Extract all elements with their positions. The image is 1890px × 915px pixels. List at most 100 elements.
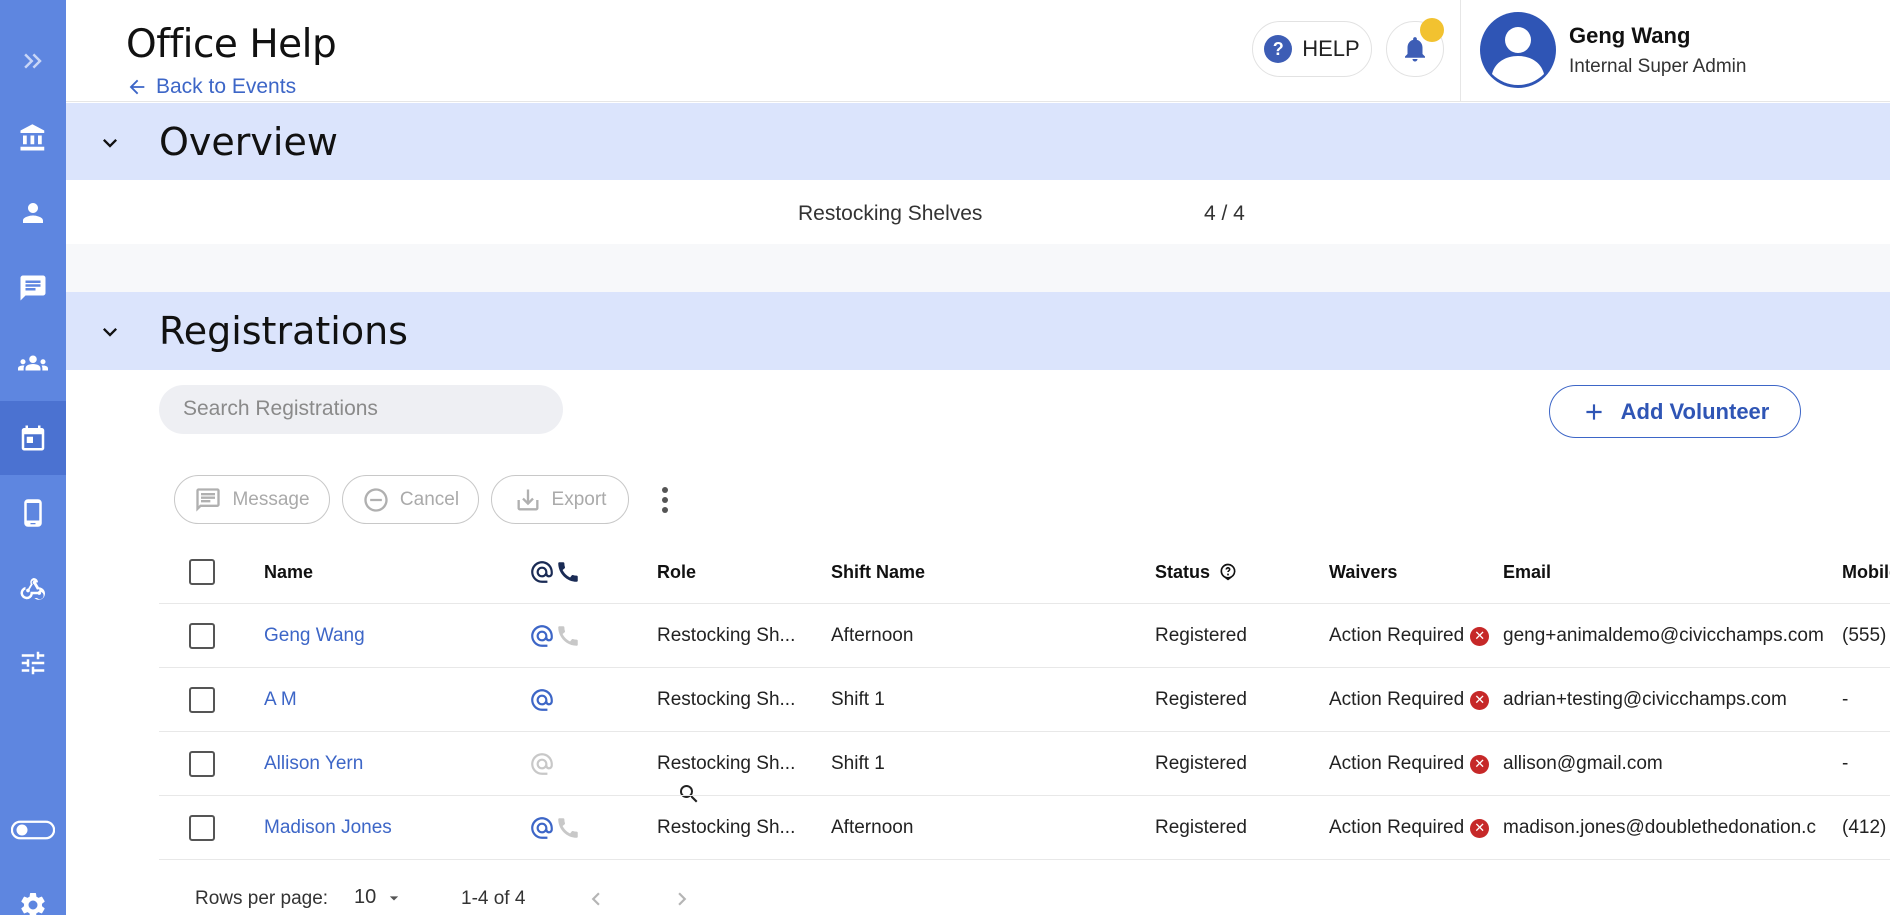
chevron-right-icon[interactable]	[669, 886, 695, 912]
row-checkbox[interactable]	[189, 623, 215, 649]
row-checkbox[interactable]	[189, 815, 215, 841]
sidebar-item-integrations[interactable]	[0, 551, 66, 625]
row-checkbox[interactable]	[189, 751, 215, 777]
sidebar-item-events[interactable]	[0, 401, 66, 475]
overview-role-count: 4 / 4	[1204, 202, 1245, 225]
column-header-mobile[interactable]: Mobile	[1842, 540, 1890, 604]
table-row[interactable]: A M Restocking Sh... Shift 1 Registered Acti…	[159, 668, 1890, 732]
column-header-name[interactable]: Name	[264, 540, 313, 604]
mobile-cell: (412)	[1842, 817, 1887, 838]
contact-icons	[529, 668, 555, 732]
user-role: Internal Super Admin	[1569, 56, 1747, 77]
column-header-email[interactable]: Email	[1503, 540, 1551, 604]
phone-icon	[558, 818, 578, 838]
sidebar-item-settings[interactable]	[0, 868, 66, 915]
table-row[interactable]: Allison Yern Restocking Sh... Shift 1 Regis…	[159, 732, 1890, 796]
top-header: Office Help Back to Events ? HELP Geng W…	[66, 0, 1890, 102]
contact-icons	[529, 604, 581, 668]
contact-icons	[529, 732, 555, 796]
error-x-icon: ✕	[1470, 626, 1490, 646]
rows-per-page-select[interactable]: 10	[354, 886, 404, 909]
error-x-icon: ✕	[1470, 818, 1490, 838]
select-all-cell	[189, 540, 215, 604]
sidebar-item-organization[interactable]	[0, 101, 66, 175]
row-select-cell	[189, 604, 215, 668]
add-volunteer-button[interactable]: Add Volunteer	[1549, 385, 1801, 438]
status-header-label: Status	[1155, 561, 1211, 582]
sidebar-item-tune[interactable]	[0, 626, 66, 700]
avatar[interactable]	[1480, 12, 1556, 88]
phone-icon	[558, 626, 578, 646]
email-icon	[531, 753, 553, 775]
overview-title: Overview	[159, 120, 338, 164]
help-button[interactable]: ? HELP	[1252, 21, 1372, 77]
waivers-cell[interactable]: Action Required ✕	[1329, 796, 1490, 860]
notification-badge	[1420, 18, 1444, 42]
waivers-cell[interactable]: Action Required ✕	[1329, 604, 1490, 668]
overview-section-header[interactable]: Overview	[66, 103, 1890, 181]
sidebar-item-mobile[interactable]	[0, 476, 66, 550]
user-avatar-icon	[1492, 27, 1544, 85]
export-button[interactable]: Export	[491, 475, 629, 524]
volunteer-name-link[interactable]: A M	[264, 668, 297, 732]
table-pagination: Rows per page: 10 1-4 of 4	[159, 880, 859, 915]
shift-cell: Shift 1	[831, 689, 885, 710]
waiver-status: Action Required	[1329, 817, 1465, 838]
sidebar-item-messages[interactable]	[0, 251, 66, 325]
theme-toggle[interactable]	[0, 793, 66, 867]
row-select-cell	[189, 732, 215, 796]
registrations-title: Registrations	[159, 309, 408, 353]
sidebar-item-groups[interactable]	[0, 326, 66, 400]
message-button[interactable]: Message	[174, 475, 330, 524]
table-row[interactable]: Madison Jones Restocking Sh... Afternoon Re…	[159, 796, 1890, 860]
bank-icon	[20, 124, 45, 151]
email-icon	[531, 689, 553, 711]
search-input[interactable]	[183, 395, 503, 423]
row-select-cell	[189, 668, 215, 732]
email-cell: geng+animaldemo@civicchamps.com	[1503, 625, 1824, 646]
column-header-role[interactable]: Role	[657, 540, 696, 604]
sliders-icon	[21, 651, 45, 675]
more-vert-icon[interactable]	[655, 484, 675, 516]
status-cell: Registered	[1155, 625, 1247, 646]
error-x-icon: ✕	[1470, 754, 1490, 774]
waivers-cell[interactable]: Action Required ✕	[1329, 732, 1490, 796]
sidebar-item-people[interactable]	[0, 176, 66, 250]
cancel-button[interactable]: Cancel	[342, 475, 479, 524]
shift-cell: Shift 1	[831, 753, 885, 774]
select-all-checkbox[interactable]	[189, 559, 215, 585]
column-header-shift[interactable]: Shift Name	[831, 540, 925, 604]
double-chevron-right-icon	[24, 53, 42, 69]
chevron-down-icon[interactable]	[96, 129, 124, 157]
arrow-left-icon	[129, 79, 145, 95]
rows-per-page-value: 10	[354, 886, 377, 908]
help-icon: ?	[1264, 35, 1293, 63]
help-outline-icon[interactable]	[1218, 562, 1238, 582]
chevron-down-icon[interactable]	[96, 318, 124, 346]
chat-icon	[20, 275, 46, 301]
page-title: Office Help	[126, 22, 337, 67]
volunteer-name-link[interactable]: Madison Jones	[264, 796, 392, 860]
registrations-section-header[interactable]: Registrations	[66, 292, 1890, 370]
volunteer-name-link[interactable]: Geng Wang	[264, 604, 365, 668]
column-header-waivers[interactable]: Waivers	[1329, 540, 1397, 604]
role-cell: Restocking Sh...	[657, 817, 796, 838]
email-icon	[531, 625, 553, 647]
row-checkbox[interactable]	[189, 687, 215, 713]
search-registrations	[159, 385, 698, 803]
column-header-contact	[529, 540, 581, 604]
export-button-label: Export	[551, 488, 607, 510]
caret-down-icon	[390, 895, 399, 900]
mobile-cell: (555)	[1842, 625, 1887, 646]
volunteer-name-link[interactable]: Allison Yern	[264, 732, 363, 796]
waivers-cell[interactable]: Action Required ✕	[1329, 668, 1490, 732]
role-cell: Restocking Sh...	[657, 689, 796, 710]
table-row[interactable]: Geng Wang Restocking Sh... Afternoon Regist…	[159, 604, 1890, 668]
role-cell: Restocking Sh...	[657, 753, 796, 774]
email-cell: allison@gmail.com	[1503, 753, 1663, 774]
plus-icon	[1586, 403, 1602, 420]
sidebar-expand[interactable]	[0, 24, 66, 98]
chevron-left-icon[interactable]	[583, 886, 609, 912]
back-to-events-link[interactable]: Back to Events	[126, 75, 296, 99]
column-header-status[interactable]: Status	[1155, 540, 1238, 604]
